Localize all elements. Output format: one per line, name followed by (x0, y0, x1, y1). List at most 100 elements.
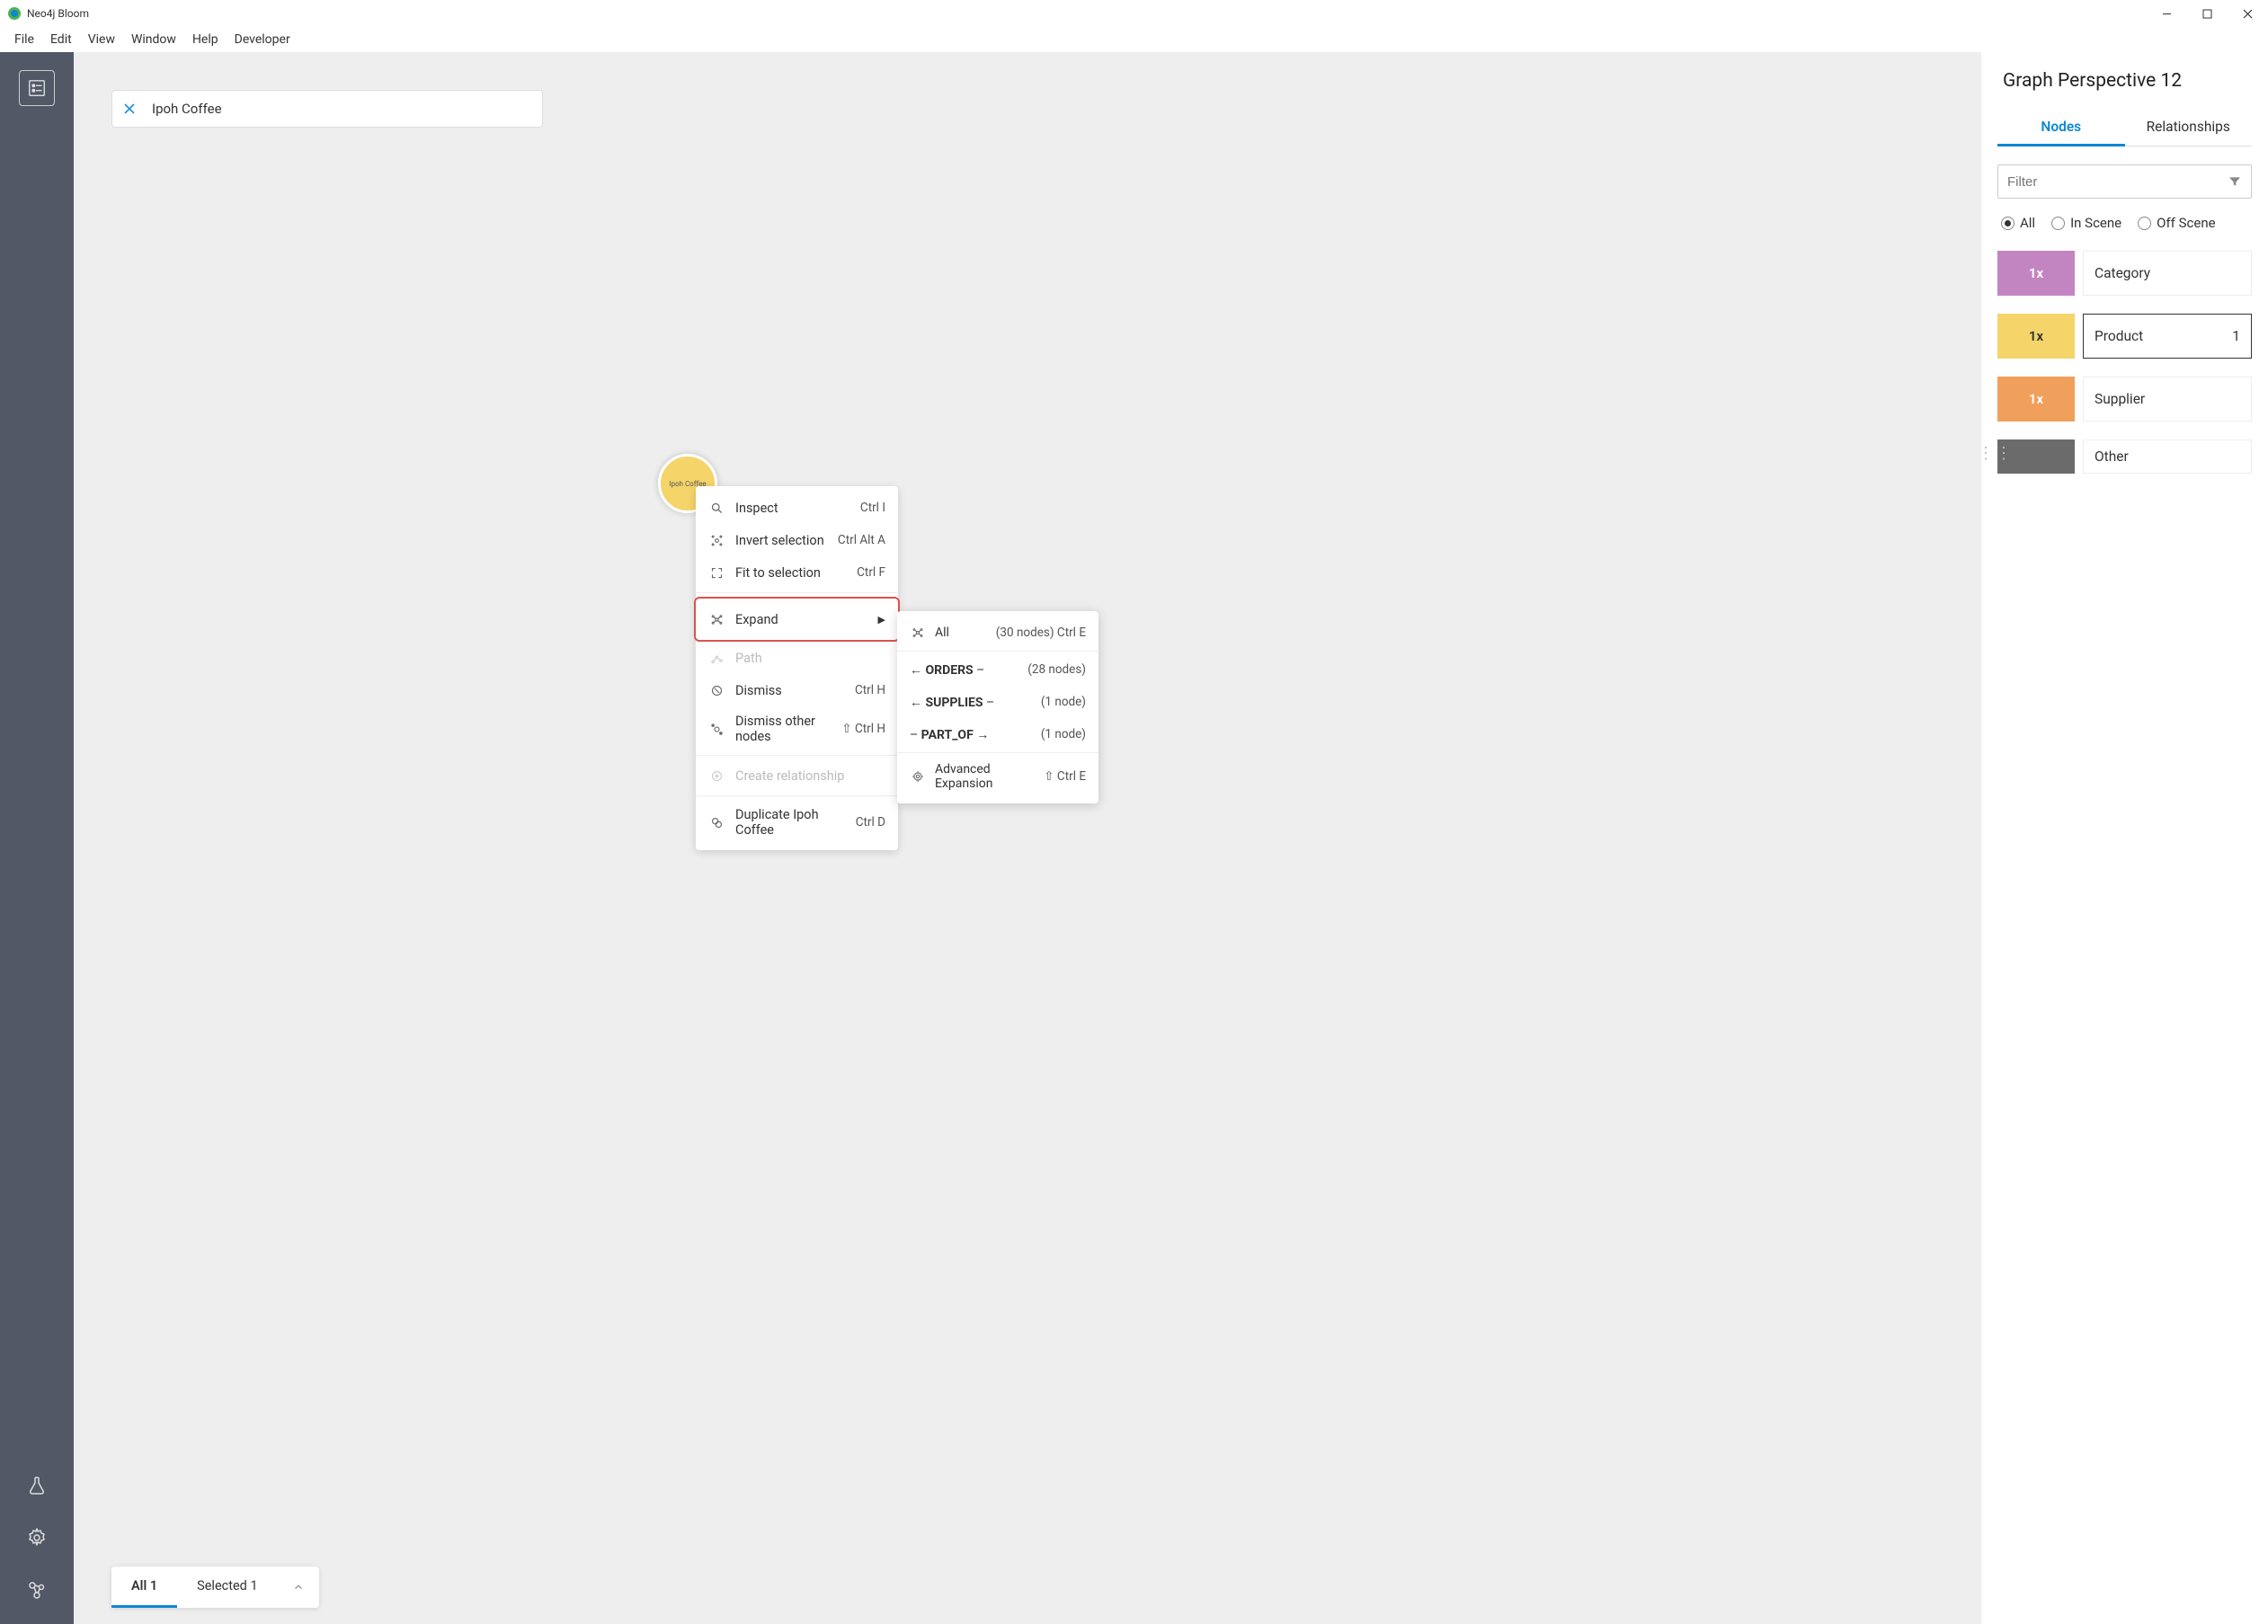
fit-icon (708, 566, 725, 580)
sub-label: All (935, 626, 996, 640)
radio-row: All In Scene Off Scene (1997, 215, 2252, 231)
ctx-create-relationship: Create relationship (696, 759, 898, 792)
path-icon (708, 652, 725, 665)
ctx-duplicate[interactable]: Duplicate Ipoh Coffee Ctrl D (696, 800, 898, 845)
advanced-expand-icon (910, 770, 926, 783)
divider (897, 752, 1098, 753)
dismiss-icon (708, 684, 725, 697)
ctx-inspect[interactable]: Inspect Ctrl I (696, 492, 898, 524)
menu-window[interactable]: Window (124, 29, 183, 50)
context-menu: Inspect Ctrl I Invert selection Ctrl Alt… (696, 486, 898, 850)
sub-count: (28 nodes) (1027, 662, 1086, 677)
category-label: Other (2083, 439, 2252, 474)
ctx-label: Dismiss (735, 683, 855, 698)
ctx-label: Fit to selection (735, 565, 857, 581)
filter-icon[interactable] (2228, 174, 2242, 189)
ctx-shortcut: Ctrl Alt A (838, 533, 885, 547)
ctx-label: Dismiss other nodes (735, 714, 841, 744)
search-query: Ipoh Coffee (152, 101, 222, 117)
duplicate-icon (708, 816, 725, 830)
menu-view[interactable]: View (81, 29, 122, 50)
canvas[interactable]: Ipoh Coffee Ipoh Coffee Inspect Ctrl I I… (74, 52, 1980, 1624)
clear-search-icon[interactable] (123, 102, 136, 115)
menu-edit[interactable]: Edit (43, 29, 79, 50)
expand-icon (910, 626, 926, 639)
chevron-up-icon[interactable] (278, 1581, 319, 1593)
menu-developer[interactable]: Developer (227, 29, 298, 50)
sub-advanced[interactable]: Advanced Expansion ⇧ Ctrl E (897, 755, 1098, 798)
category-label: Supplier (2083, 377, 2252, 422)
app-body: Ipoh Coffee Ipoh Coffee Inspect Ctrl I I… (0, 52, 2268, 1624)
radio-off-scene[interactable]: Off Scene (2138, 215, 2215, 231)
sub-supplies[interactable]: ← SUPPLIES – (1 node) (897, 686, 1098, 718)
maximize-button[interactable] (2187, 0, 2228, 27)
swatch: 1x (1997, 251, 2075, 296)
ctx-path: Path (696, 642, 898, 674)
radio-all[interactable]: All (2001, 215, 2035, 231)
menubar: File Edit View Window Help Developer (0, 27, 2268, 52)
category-row-product[interactable]: 1x Product1 (1997, 314, 2252, 359)
category-label: Category (2083, 251, 2252, 296)
sub-all[interactable]: All (30 nodes) Ctrl E (897, 617, 1098, 649)
divider (696, 795, 898, 796)
graph-icon[interactable] (19, 1572, 55, 1608)
swatch: 1x (1997, 377, 2075, 422)
sub-count: (1 node) (1041, 695, 1086, 709)
minimize-button[interactable] (2147, 0, 2187, 27)
expand-icon (708, 613, 725, 626)
divider (696, 755, 898, 756)
sub-partof[interactable]: – PART_OF → (1 node) (897, 718, 1098, 750)
category-row-category[interactable]: 1x Category (1997, 251, 2252, 296)
tab-all[interactable]: All 1 (111, 1566, 177, 1608)
sub-count: (30 nodes) Ctrl E (996, 626, 1086, 640)
ctx-fit-to-selection[interactable]: Fit to selection Ctrl F (696, 556, 898, 589)
sub-label: ← ORDERS – (910, 662, 1027, 678)
lab-icon[interactable] (19, 1468, 55, 1504)
expand-submenu: All (30 nodes) Ctrl E ← ORDERS – (28 nod… (897, 611, 1098, 803)
ctx-shortcut: Ctrl H (855, 683, 885, 697)
swatch: 1x (1997, 314, 2075, 359)
drag-handle-icon[interactable]: ⋮⋮ (1978, 444, 2014, 463)
chevron-right-icon: ▶ (878, 614, 885, 626)
tab-nodes[interactable]: Nodes (1997, 110, 2125, 146)
invert-icon (708, 534, 725, 547)
ctx-shortcut: Ctrl I (860, 501, 885, 515)
sub-label: ← SUPPLIES – (910, 695, 1041, 710)
ctx-label: Inspect (735, 501, 860, 516)
divider (897, 651, 1098, 652)
ctx-expand[interactable]: Expand ▶ (694, 597, 900, 642)
panel-tabs: Nodes Relationships (1997, 110, 2252, 146)
menu-file[interactable]: File (7, 29, 41, 50)
tab-relationships[interactable]: Relationships (2125, 110, 2253, 146)
search-bar[interactable]: Ipoh Coffee (111, 90, 543, 128)
category-label: Product1 (2083, 314, 2252, 359)
settings-icon[interactable] (19, 1520, 55, 1556)
sub-label: – PART_OF → (910, 727, 1041, 742)
ctx-shortcut: Ctrl F (857, 565, 885, 580)
titlebar: Neo4j Bloom (0, 0, 2268, 27)
ctx-dismiss[interactable]: Dismiss Ctrl H (696, 674, 898, 706)
perspective-icon[interactable] (19, 70, 55, 106)
sub-label: Advanced Expansion (935, 762, 1044, 791)
ctx-shortcut: Ctrl D (856, 815, 885, 830)
right-panel: Graph Perspective 12 Nodes Relationships… (1980, 52, 2268, 1624)
ctx-label: Create relationship (735, 768, 885, 784)
ctx-dismiss-other[interactable]: Dismiss other nodes ⇧ Ctrl H (696, 706, 898, 751)
panel-title: Graph Perspective 12 (1997, 70, 2252, 92)
menu-help[interactable]: Help (185, 29, 226, 50)
sub-orders[interactable]: ← ORDERS – (28 nodes) (897, 653, 1098, 686)
filter-input[interactable] (2007, 174, 2228, 190)
category-row-other[interactable]: Other (1997, 439, 2252, 474)
filter-box[interactable] (1997, 164, 2252, 199)
radio-in-scene[interactable]: In Scene (2051, 215, 2121, 231)
ctx-label: Path (735, 651, 885, 666)
tab-selected[interactable]: Selected 1 (177, 1566, 277, 1608)
sub-shortcut: ⇧ Ctrl E (1044, 769, 1086, 784)
ctx-invert-selection[interactable]: Invert selection Ctrl Alt A (696, 524, 898, 556)
plus-circle-icon (708, 769, 725, 783)
close-button[interactable] (2228, 0, 2268, 27)
app-icon (7, 6, 22, 21)
category-row-supplier[interactable]: 1x Supplier (1997, 377, 2252, 422)
dismiss-other-icon (708, 723, 725, 736)
category-list: 1x Category 1x Product1 1x Supplier ⋮⋮ O… (1997, 251, 2252, 474)
